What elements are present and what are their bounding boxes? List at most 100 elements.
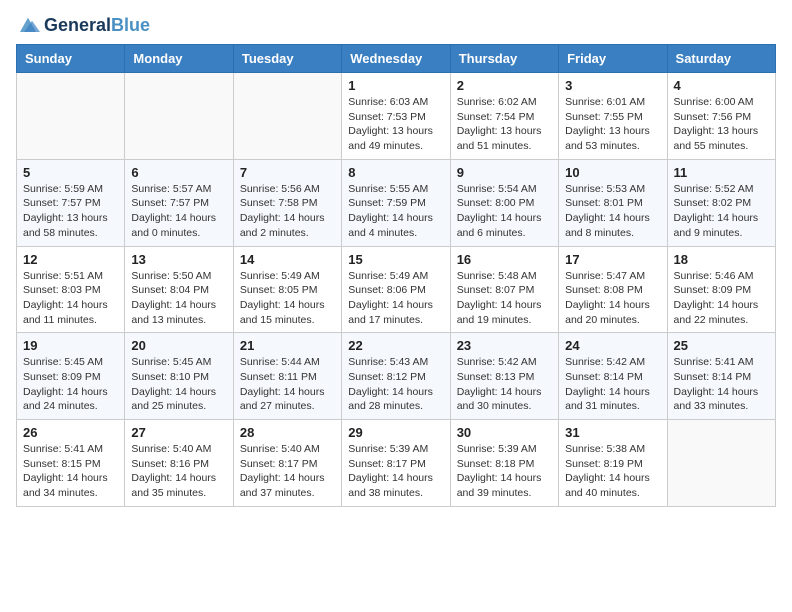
day-number: 13 xyxy=(131,252,226,267)
day-cell: 8 Sunrise: 5:55 AM Sunset: 7:59 PM Daylig… xyxy=(342,159,450,246)
day-cell: 24 Sunrise: 5:42 AM Sunset: 8:14 PM Dayli… xyxy=(559,333,667,420)
weekday-header-friday: Friday xyxy=(559,45,667,73)
day-number: 2 xyxy=(457,78,552,93)
day-number: 25 xyxy=(674,338,769,353)
day-number: 31 xyxy=(565,425,660,440)
day-cell: 5 Sunrise: 5:59 AM Sunset: 7:57 PM Daylig… xyxy=(17,159,125,246)
day-cell: 12 Sunrise: 5:51 AM Sunset: 8:03 PM Dayli… xyxy=(17,246,125,333)
day-info: Sunrise: 5:55 AM Sunset: 7:59 PM Dayligh… xyxy=(348,182,443,241)
day-number: 28 xyxy=(240,425,335,440)
day-number: 6 xyxy=(131,165,226,180)
page-header: GeneralBlue xyxy=(16,16,776,36)
week-row-1: 1Sunrise: 6:03 AM Sunset: 7:53 PM Daylig… xyxy=(17,73,776,160)
day-number: 3 xyxy=(565,78,660,93)
day-cell: 3 Sunrise: 6:01 AM Sunset: 7:55 PM Daylig… xyxy=(559,73,667,160)
day-number: 15 xyxy=(348,252,443,267)
day-cell: 11 Sunrise: 5:52 AM Sunset: 8:02 PM Dayli… xyxy=(667,159,775,246)
day-info: Sunrise: 5:51 AM Sunset: 8:03 PM Dayligh… xyxy=(23,269,118,328)
day-info: Sunrise: 5:39 AM Sunset: 8:18 PM Dayligh… xyxy=(457,442,552,501)
day-number: 10 xyxy=(565,165,660,180)
calendar-body: 1Sunrise: 6:03 AM Sunset: 7:53 PM Daylig… xyxy=(17,73,776,507)
day-number: 8 xyxy=(348,165,443,180)
day-info: Sunrise: 5:57 AM Sunset: 7:57 PM Dayligh… xyxy=(131,182,226,241)
day-cell: 28 Sunrise: 5:40 AM Sunset: 8:17 PM Dayli… xyxy=(233,420,341,507)
day-cell: 17Sunrise: 5:47 AM Sunset: 8:08 PM Dayli… xyxy=(559,246,667,333)
calendar-table: SundayMondayTuesdayWednesdayThursdayFrid… xyxy=(16,44,776,507)
day-number: 11 xyxy=(674,165,769,180)
day-cell: 7 Sunrise: 5:56 AM Sunset: 7:58 PM Daylig… xyxy=(233,159,341,246)
day-info: Sunrise: 6:01 AM Sunset: 7:55 PM Dayligh… xyxy=(565,95,660,154)
day-info: Sunrise: 5:49 AM Sunset: 8:05 PM Dayligh… xyxy=(240,269,335,328)
day-number: 9 xyxy=(457,165,552,180)
day-number: 27 xyxy=(131,425,226,440)
day-info: Sunrise: 5:52 AM Sunset: 8:02 PM Dayligh… xyxy=(674,182,769,241)
day-info: Sunrise: 5:39 AM Sunset: 8:17 PM Dayligh… xyxy=(348,442,443,501)
day-info: Sunrise: 5:44 AM Sunset: 8:11 PM Dayligh… xyxy=(240,355,335,414)
day-info: Sunrise: 5:38 AM Sunset: 8:19 PM Dayligh… xyxy=(565,442,660,501)
weekday-header-thursday: Thursday xyxy=(450,45,558,73)
day-number: 7 xyxy=(240,165,335,180)
day-info: Sunrise: 5:45 AM Sunset: 8:09 PM Dayligh… xyxy=(23,355,118,414)
logo: GeneralBlue xyxy=(16,16,150,36)
day-cell: 31 Sunrise: 5:38 AM Sunset: 8:19 PM Dayli… xyxy=(559,420,667,507)
day-info: Sunrise: 5:48 AM Sunset: 8:07 PM Dayligh… xyxy=(457,269,552,328)
weekday-header-wednesday: Wednesday xyxy=(342,45,450,73)
day-info: Sunrise: 5:56 AM Sunset: 7:58 PM Dayligh… xyxy=(240,182,335,241)
day-number: 12 xyxy=(23,252,118,267)
day-number: 20 xyxy=(131,338,226,353)
day-number: 16 xyxy=(457,252,552,267)
day-cell xyxy=(233,73,341,160)
day-info: Sunrise: 5:41 AM Sunset: 8:15 PM Dayligh… xyxy=(23,442,118,501)
day-number: 23 xyxy=(457,338,552,353)
week-row-3: 12 Sunrise: 5:51 AM Sunset: 8:03 PM Dayli… xyxy=(17,246,776,333)
day-cell: 19 Sunrise: 5:45 AM Sunset: 8:09 PM Dayli… xyxy=(17,333,125,420)
day-cell xyxy=(125,73,233,160)
day-cell: 26 Sunrise: 5:41 AM Sunset: 8:15 PM Dayli… xyxy=(17,420,125,507)
day-number: 5 xyxy=(23,165,118,180)
weekday-header-sunday: Sunday xyxy=(17,45,125,73)
week-row-5: 26 Sunrise: 5:41 AM Sunset: 8:15 PM Dayli… xyxy=(17,420,776,507)
logo-text: GeneralBlue xyxy=(44,16,150,36)
day-cell: 10 Sunrise: 5:53 AM Sunset: 8:01 PM Dayli… xyxy=(559,159,667,246)
day-cell: 27Sunrise: 5:40 AM Sunset: 8:16 PM Dayli… xyxy=(125,420,233,507)
day-cell: 29 Sunrise: 5:39 AM Sunset: 8:17 PM Dayli… xyxy=(342,420,450,507)
day-info: Sunrise: 5:43 AM Sunset: 8:12 PM Dayligh… xyxy=(348,355,443,414)
day-info: Sunrise: 6:02 AM Sunset: 7:54 PM Dayligh… xyxy=(457,95,552,154)
day-info: Sunrise: 5:53 AM Sunset: 8:01 PM Dayligh… xyxy=(565,182,660,241)
day-info: Sunrise: 5:50 AM Sunset: 8:04 PM Dayligh… xyxy=(131,269,226,328)
day-number: 18 xyxy=(674,252,769,267)
day-number: 26 xyxy=(23,425,118,440)
day-number: 19 xyxy=(23,338,118,353)
week-row-2: 5 Sunrise: 5:59 AM Sunset: 7:57 PM Daylig… xyxy=(17,159,776,246)
day-info: Sunrise: 5:46 AM Sunset: 8:09 PM Dayligh… xyxy=(674,269,769,328)
day-number: 4 xyxy=(674,78,769,93)
day-number: 14 xyxy=(240,252,335,267)
day-cell: 21 Sunrise: 5:44 AM Sunset: 8:11 PM Dayli… xyxy=(233,333,341,420)
weekday-header-row: SundayMondayTuesdayWednesdayThursdayFrid… xyxy=(17,45,776,73)
day-number: 21 xyxy=(240,338,335,353)
day-cell: 6 Sunrise: 5:57 AM Sunset: 7:57 PM Daylig… xyxy=(125,159,233,246)
day-cell: 1Sunrise: 6:03 AM Sunset: 7:53 PM Daylig… xyxy=(342,73,450,160)
day-info: Sunrise: 5:42 AM Sunset: 8:14 PM Dayligh… xyxy=(565,355,660,414)
day-info: Sunrise: 6:03 AM Sunset: 7:53 PM Dayligh… xyxy=(348,95,443,154)
weekday-header-tuesday: Tuesday xyxy=(233,45,341,73)
day-cell: 25 Sunrise: 5:41 AM Sunset: 8:14 PM Dayli… xyxy=(667,333,775,420)
day-cell: 9Sunrise: 5:54 AM Sunset: 8:00 PM Daylig… xyxy=(450,159,558,246)
day-number: 24 xyxy=(565,338,660,353)
day-cell: 20 Sunrise: 5:45 AM Sunset: 8:10 PM Dayli… xyxy=(125,333,233,420)
day-cell: 2 Sunrise: 6:02 AM Sunset: 7:54 PM Daylig… xyxy=(450,73,558,160)
day-cell: 15 Sunrise: 5:49 AM Sunset: 8:06 PM Dayli… xyxy=(342,246,450,333)
day-cell: 30Sunrise: 5:39 AM Sunset: 8:18 PM Dayli… xyxy=(450,420,558,507)
weekday-header-monday: Monday xyxy=(125,45,233,73)
day-info: Sunrise: 5:49 AM Sunset: 8:06 PM Dayligh… xyxy=(348,269,443,328)
day-info: Sunrise: 5:59 AM Sunset: 7:57 PM Dayligh… xyxy=(23,182,118,241)
day-cell: 14 Sunrise: 5:49 AM Sunset: 8:05 PM Dayli… xyxy=(233,246,341,333)
day-cell: 22Sunrise: 5:43 AM Sunset: 8:12 PM Dayli… xyxy=(342,333,450,420)
day-cell xyxy=(17,73,125,160)
day-info: Sunrise: 5:40 AM Sunset: 8:17 PM Dayligh… xyxy=(240,442,335,501)
day-info: Sunrise: 5:41 AM Sunset: 8:14 PM Dayligh… xyxy=(674,355,769,414)
day-info: Sunrise: 5:42 AM Sunset: 8:13 PM Dayligh… xyxy=(457,355,552,414)
day-cell: 13 Sunrise: 5:50 AM Sunset: 8:04 PM Dayli… xyxy=(125,246,233,333)
day-number: 29 xyxy=(348,425,443,440)
day-info: Sunrise: 5:45 AM Sunset: 8:10 PM Dayligh… xyxy=(131,355,226,414)
